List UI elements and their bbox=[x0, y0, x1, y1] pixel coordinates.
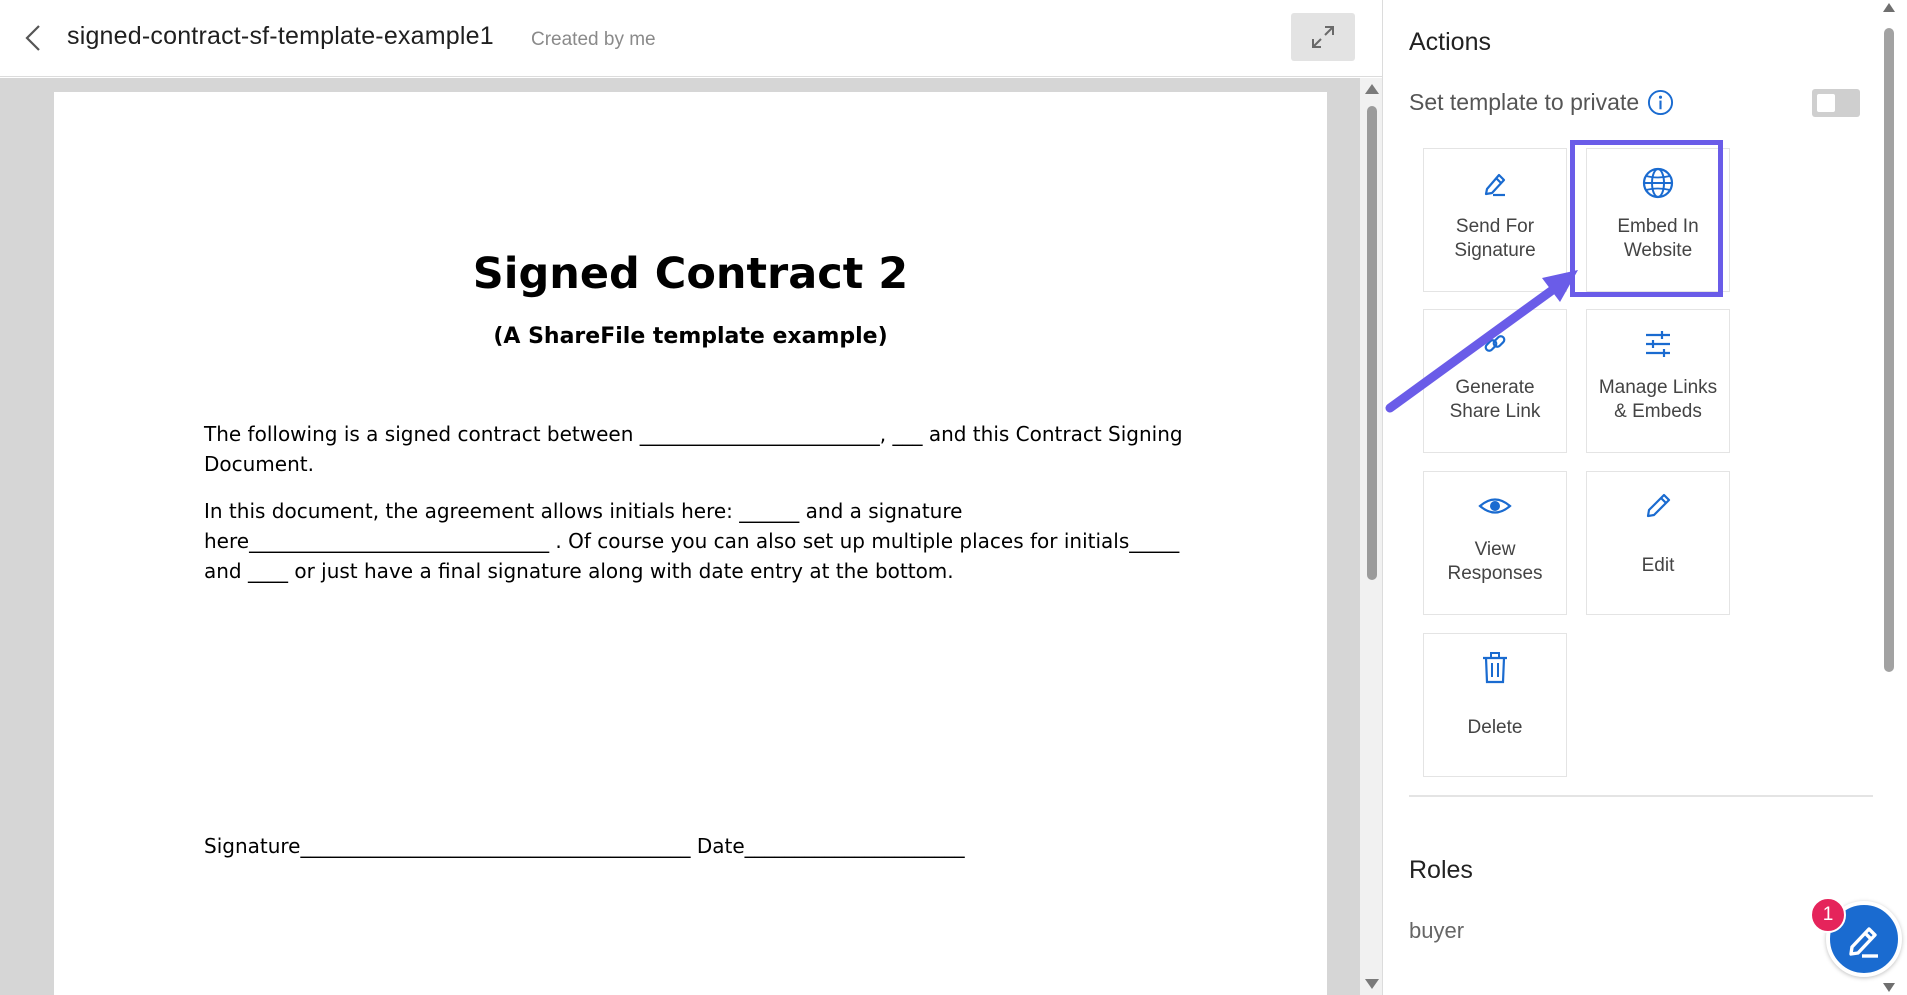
tile-label: Embed In Website bbox=[1617, 216, 1699, 261]
expand-icon bbox=[1312, 26, 1334, 48]
view-responses-tile[interactable]: View Responses bbox=[1423, 471, 1567, 615]
document-page: Signed Contract 2 (A ShareFile template … bbox=[54, 92, 1327, 995]
pencil-icon bbox=[1646, 493, 1671, 518]
delete-tile[interactable]: Delete bbox=[1423, 633, 1567, 777]
panel-scrollbar[interactable] bbox=[1878, 0, 1900, 995]
scroll-up-arrow-icon[interactable] bbox=[1365, 84, 1379, 94]
private-toggle[interactable] bbox=[1812, 89, 1860, 117]
preview-scrollbar[interactable] bbox=[1360, 78, 1382, 995]
signature-date-line: Signature_______________________________… bbox=[204, 834, 965, 858]
send-for-signature-tile[interactable]: Send For Signature bbox=[1423, 148, 1567, 292]
signature-pen-icon bbox=[1484, 173, 1506, 197]
role-item: buyer bbox=[1409, 918, 1465, 943]
sliders-icon bbox=[1646, 331, 1670, 357]
back-button[interactable] bbox=[18, 20, 48, 56]
header-bar: signed-contract-sf-template-example1 Cre… bbox=[0, 0, 1382, 77]
signature-pen-icon bbox=[1849, 927, 1878, 958]
section-divider bbox=[1409, 795, 1873, 797]
private-label: Set template to private bbox=[1409, 89, 1640, 115]
scroll-down-arrow-icon[interactable] bbox=[1365, 979, 1379, 989]
roles-title: Roles bbox=[1409, 856, 1473, 884]
tile-label: Generate Share Link bbox=[1449, 377, 1541, 422]
expand-button[interactable] bbox=[1291, 13, 1355, 61]
embed-in-website-tile[interactable]: Embed In Website bbox=[1586, 148, 1730, 292]
document-heading: Signed Contract 2 bbox=[472, 249, 909, 299]
info-icon[interactable] bbox=[1647, 89, 1674, 116]
tile-label: Send For Signature bbox=[1454, 216, 1536, 261]
globe-icon bbox=[1642, 167, 1674, 199]
trash-icon bbox=[1483, 652, 1507, 684]
tile-label: Manage Links & Embeds bbox=[1598, 377, 1718, 422]
scroll-up-arrow-icon[interactable] bbox=[1883, 3, 1895, 12]
scrollbar-thumb[interactable] bbox=[1367, 106, 1377, 580]
document-preview: Signed Contract 2 (A ShareFile template … bbox=[0, 78, 1382, 995]
generate-share-link-tile[interactable]: Generate Share Link bbox=[1423, 309, 1567, 453]
scrollbar-thumb[interactable] bbox=[1884, 28, 1894, 672]
toggle-knob bbox=[1817, 94, 1835, 112]
tile-label: Edit bbox=[1641, 555, 1675, 576]
document-subheading: (A ShareFile template example) bbox=[493, 324, 888, 349]
tile-label: View Responses bbox=[1447, 539, 1543, 584]
tile-label: Delete bbox=[1467, 717, 1523, 738]
private-setting-row: Set template to private bbox=[1409, 89, 1674, 116]
actions-panel: Actions Set template to private Send For… bbox=[1383, 0, 1907, 995]
actions-title: Actions bbox=[1409, 28, 1491, 56]
created-by-label: Created by me bbox=[531, 29, 656, 50]
link-icon bbox=[1484, 335, 1506, 352]
document-paragraph: The following is a signed contract betwe… bbox=[204, 422, 1183, 476]
document-paragraph: In this document, the agreement allows i… bbox=[204, 499, 1180, 583]
notification-badge: 1 bbox=[1810, 897, 1846, 933]
eye-icon bbox=[1478, 498, 1512, 514]
edit-tile[interactable]: Edit bbox=[1586, 471, 1730, 615]
chevron-left-icon bbox=[25, 25, 40, 51]
document-title: signed-contract-sf-template-example1 bbox=[67, 22, 494, 50]
scroll-down-arrow-icon[interactable] bbox=[1883, 983, 1895, 992]
manage-links-embeds-tile[interactable]: Manage Links & Embeds bbox=[1586, 309, 1730, 453]
